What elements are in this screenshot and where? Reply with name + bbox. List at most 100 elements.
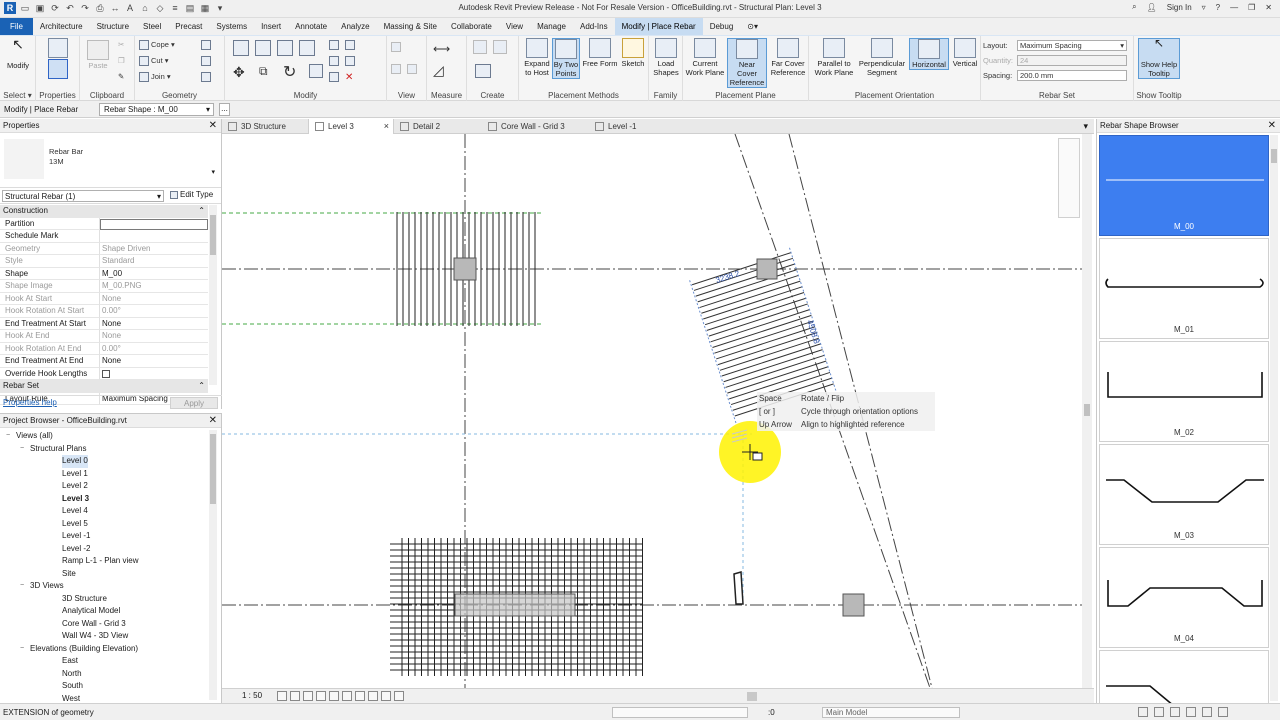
- browser-item[interactable]: 3D Structure: [0, 593, 208, 606]
- edit-type-button[interactable]: Edit Type: [170, 190, 213, 199]
- cope-button[interactable]: Cope ▾: [139, 40, 175, 51]
- browser-item[interactable]: Level 2: [0, 480, 208, 493]
- menu-tab-modify-place-rebar[interactable]: Modify | Place Rebar: [614, 18, 703, 35]
- instance-filter-select[interactable]: Structural Rebar (1) ▾: [2, 190, 164, 202]
- shape-item[interactable]: M_03: [1099, 444, 1269, 545]
- align-icon[interactable]: [233, 40, 251, 56]
- linework-icon[interactable]: [407, 64, 419, 75]
- property-value[interactable]: [100, 368, 208, 380]
- view-tab[interactable]: Level -1: [589, 119, 669, 134]
- menu-tab-insert[interactable]: Insert: [254, 18, 288, 35]
- navigation-bar[interactable]: [1058, 138, 1080, 218]
- tabs-overflow-icon[interactable]: ▾: [1083, 119, 1088, 134]
- horizontal-button[interactable]: Horizontal: [909, 38, 949, 70]
- create-parts-icon[interactable]: [473, 40, 489, 54]
- scale-icon[interactable]: [329, 72, 341, 83]
- rotate-icon[interactable]: ↻: [283, 62, 296, 82]
- shape-item[interactable]: M_05: [1099, 650, 1269, 703]
- properties-button[interactable]: [46, 38, 70, 86]
- cut-geometry-button[interactable]: Cut ▾: [139, 56, 169, 67]
- trim-icon[interactable]: [309, 64, 325, 78]
- drawing-canvas[interactable]: 3238.2 4508.8 Space Rotate / Flip [ or ] Cy…: [222, 134, 1094, 688]
- demolish-icon[interactable]: [201, 72, 213, 83]
- design-option-select[interactable]: Main Model: [822, 707, 960, 718]
- detail-level-icon[interactable]: [277, 691, 287, 701]
- crop-view-icon[interactable]: [329, 691, 339, 701]
- visual-style-icon[interactable]: [290, 691, 300, 701]
- property-category[interactable]: Rebar Set ⌃: [0, 380, 208, 393]
- close-window-icon[interactable]: ✕: [1265, 3, 1272, 12]
- menu-tab-analyze[interactable]: Analyze: [334, 18, 376, 35]
- properties-scrollbar[interactable]: [209, 205, 217, 385]
- type-selector[interactable]: Rebar Bar 13M ▾: [0, 133, 221, 188]
- menu-tab-view[interactable]: View: [499, 18, 530, 35]
- workset-select[interactable]: [612, 707, 748, 718]
- property-value[interactable]: None: [100, 318, 208, 330]
- perpendicular-segment-button[interactable]: Perpendicular Segment: [857, 38, 907, 77]
- browser-item[interactable]: Ramp L-1 - Plan view: [0, 555, 208, 568]
- modify-button[interactable]: ↖ Modify: [3, 37, 33, 70]
- mirror-axis-icon[interactable]: [277, 40, 295, 56]
- browser-item[interactable]: Level 3: [0, 493, 208, 506]
- browser-item[interactable]: −3D Views: [0, 580, 208, 593]
- override-hook-checkbox[interactable]: [102, 369, 110, 378]
- view-tab[interactable]: Core Wall - Grid 3: [482, 119, 589, 134]
- hide-icon[interactable]: [391, 42, 403, 53]
- temporary-properties-icon[interactable]: [381, 691, 391, 701]
- vertical-button[interactable]: Vertical: [951, 38, 979, 68]
- browser-item[interactable]: Analytical Model: [0, 605, 208, 618]
- layout-select[interactable]: Maximum Spacing ▾: [1017, 40, 1127, 51]
- spacing-input[interactable]: 200.0 mm: [1017, 70, 1127, 81]
- properties-help-link[interactable]: Properties help: [3, 398, 57, 407]
- array-icon[interactable]: [329, 56, 341, 67]
- expand-toggle-icon[interactable]: −: [18, 443, 26, 456]
- close-browser-icon[interactable]: ✕: [209, 414, 217, 428]
- property-value[interactable]: None: [100, 355, 208, 368]
- split-icon[interactable]: [329, 40, 341, 51]
- analytical-model-icon[interactable]: [394, 691, 404, 701]
- menu-tab-collaborate[interactable]: Collaborate: [444, 18, 499, 35]
- view-scale[interactable]: 1 : 50: [242, 691, 262, 700]
- browser-item[interactable]: − Views (all): [0, 430, 208, 443]
- menu-tab-steel[interactable]: Steel: [136, 18, 168, 35]
- near-cover-reference-button[interactable]: Near Cover Reference: [727, 38, 767, 88]
- sun-path-icon[interactable]: [303, 691, 313, 701]
- browser-item[interactable]: Level 4: [0, 505, 208, 518]
- cart-icon[interactable]: ▿: [1202, 3, 1206, 12]
- restore-icon[interactable]: ❐: [1248, 3, 1255, 12]
- view-tab[interactable]: Detail 2: [394, 119, 482, 134]
- menu-tab-massing-site[interactable]: Massing & Site: [377, 18, 444, 35]
- pin-icon[interactable]: [345, 56, 357, 67]
- browser-item[interactable]: Level 5: [0, 518, 208, 531]
- menu-tab-architecture[interactable]: Architecture: [33, 18, 90, 35]
- override-icon[interactable]: [391, 64, 403, 75]
- shape-item[interactable]: M_02: [1099, 341, 1269, 442]
- sketch-button[interactable]: Sketch: [619, 38, 647, 68]
- menu-tab-manage[interactable]: Manage: [530, 18, 573, 35]
- create-group-icon[interactable]: [493, 40, 509, 54]
- close-shape-browser-icon[interactable]: ✕: [1268, 119, 1276, 133]
- property-category[interactable]: Construction ⌃: [0, 205, 208, 218]
- property-value[interactable]: [100, 218, 208, 230]
- select-links-icon[interactable]: [1138, 707, 1148, 717]
- canvas-horizontal-scrollbar[interactable]: [437, 692, 1077, 701]
- shape-item[interactable]: M_01: [1099, 238, 1269, 339]
- browser-item[interactable]: Level -1: [0, 530, 208, 543]
- view-tab[interactable]: Level 3 ×: [308, 119, 394, 134]
- menu-tab-file[interactable]: File: [0, 18, 33, 35]
- browser-item[interactable]: Level -2: [0, 543, 208, 556]
- expand-toggle-icon[interactable]: −: [18, 580, 26, 593]
- help-icon[interactable]: ?: [1216, 3, 1220, 12]
- copy-icon[interactable]: ❐: [118, 56, 125, 65]
- split-face-icon[interactable]: [201, 56, 213, 67]
- rebar-shape-select[interactable]: Rebar Shape : M_00 ▾: [99, 103, 214, 116]
- parallel-to-work-plane-button[interactable]: Parallel to Work Plane: [813, 38, 855, 77]
- match-type-icon[interactable]: ✎: [118, 72, 124, 81]
- search-icon[interactable]: ⌕: [1132, 2, 1136, 12]
- expand-to-host-button[interactable]: Expand to Host: [523, 38, 551, 77]
- dimension-icon[interactable]: ◿: [433, 62, 444, 79]
- quantity-input[interactable]: 24: [1017, 55, 1127, 66]
- canvas-vertical-scrollbar[interactable]: [1082, 134, 1092, 688]
- browser-item[interactable]: South: [0, 680, 208, 693]
- move-icon[interactable]: ✥: [233, 64, 245, 81]
